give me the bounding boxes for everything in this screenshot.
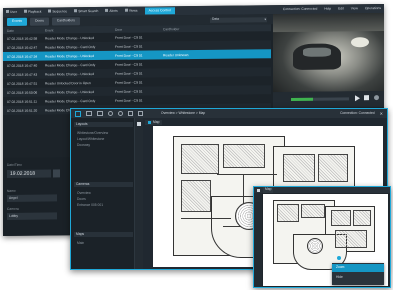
video-vehicle-window — [303, 47, 331, 57]
search-icon[interactable] — [108, 111, 113, 116]
folder-icon[interactable] — [86, 111, 92, 116]
map-sidebar: Layouts Whitestone/Overview Layout/White… — [71, 118, 135, 269]
map-connection-status: Connection: Connected — [340, 110, 375, 115]
map-toolbar: Overview > Whitestone > Map Connection: … — [71, 109, 387, 118]
map-camera-marker[interactable] — [337, 256, 341, 260]
wall — [243, 174, 244, 204]
col-event[interactable]: Event — [45, 28, 53, 32]
zoom-map-window: Map Zoom Hide — [253, 186, 391, 288]
map-tab[interactable]: Map — [145, 120, 163, 126]
hatched-room — [283, 154, 315, 182]
context-menu-zoom[interactable]: Zoom — [332, 264, 384, 272]
sidebar-item[interactable]: Doors — [77, 197, 86, 201]
hatched-room — [301, 204, 325, 218]
sidebar-section-layouts[interactable]: Layouts — [74, 122, 133, 128]
wall — [217, 174, 277, 175]
close-icon[interactable]: ✕ — [380, 111, 387, 116]
col-date[interactable]: Date — [7, 28, 14, 32]
calendar-icon[interactable] — [53, 169, 60, 178]
wall — [181, 218, 231, 219]
details-panel: Date/Time 19.02.2018 Name Angel Camera L… — [3, 157, 73, 236]
sidebar-section-maps[interactable]: Maps — [74, 232, 133, 238]
volume-icon[interactable] — [374, 95, 379, 101]
toolbar-smart-search[interactable]: Smart Search — [74, 9, 98, 14]
grid-icon[interactable] — [128, 111, 133, 116]
zoom-toolbar: Map — [254, 187, 390, 193]
gear-icon[interactable] — [118, 111, 123, 116]
hatched-room — [277, 204, 299, 222]
sidebar-section-cameras[interactable]: Cameras — [74, 182, 133, 188]
sidebar-item[interactable]: Main — [77, 241, 84, 245]
video-feed[interactable] — [273, 13, 384, 93]
camera-icon[interactable] — [97, 111, 103, 116]
hatched-room — [335, 230, 367, 248]
context-menu-hide[interactable]: Hide — [332, 274, 384, 282]
context-menu: Zoom Hide — [332, 263, 384, 285]
toolbar-sequence[interactable]: Sequence — [48, 10, 67, 14]
toolbar-alerts[interactable]: Alerts — [105, 9, 118, 13]
filter-icon[interactable] — [138, 111, 143, 116]
date-field[interactable]: 19.02.2018 — [7, 169, 51, 178]
hatched-room — [318, 154, 348, 182]
sidebar-item[interactable]: Entrance 005 001 — [77, 203, 103, 207]
sidebar-item[interactable]: Overview — [77, 191, 91, 195]
rotunda — [307, 238, 323, 254]
toolbar-playback[interactable]: Playback — [23, 10, 41, 14]
chevron-down-icon: ▾ — [264, 16, 266, 21]
filter-cardholders-tab[interactable]: Cardholders — [51, 17, 80, 26]
layout-icon[interactable] — [75, 110, 81, 117]
hatched-room — [331, 210, 351, 226]
menu-help[interactable]: Help — [324, 6, 331, 10]
play-icon[interactable] — [355, 95, 360, 102]
map-icon — [148, 121, 151, 124]
date-label: Date/Time — [7, 162, 23, 167]
filter-doors-tab[interactable]: Doors — [30, 17, 49, 26]
filter-events-tab[interactable]: Events — [7, 18, 28, 26]
sidebar-item[interactable]: Doorway — [77, 143, 90, 147]
map-breadcrumb: Overview > Whitestone > Map — [161, 110, 206, 115]
filter-dropdown[interactable]: Data ▾ — [210, 16, 267, 23]
camera-field[interactable]: Lobby — [7, 212, 57, 220]
video-ceiling — [273, 13, 384, 33]
sidebar-item[interactable]: Whitestone/Overview — [77, 131, 108, 135]
camera-label: Camera — [7, 206, 19, 211]
toolbar-user[interactable]: User — [6, 10, 17, 14]
timeline-bar[interactable] — [291, 97, 349, 101]
hatched-room — [223, 144, 265, 168]
zoom-tool-column — [254, 193, 262, 287]
name-label: Name — [7, 188, 16, 193]
col-door[interactable]: Door — [115, 27, 122, 31]
stop-icon[interactable] — [364, 95, 369, 101]
connection-status: Connection: Connected — [282, 6, 318, 11]
hatched-room — [181, 144, 219, 174]
video-light — [351, 37, 369, 48]
name-field[interactable]: Angel — [7, 194, 57, 202]
pointer-icon[interactable] — [257, 188, 260, 192]
hatched-room — [353, 210, 371, 226]
sidebar-item[interactable]: Layout/Whitestone — [77, 137, 104, 141]
map-tool-column — [135, 118, 143, 269]
toolbar-views[interactable]: Views — [124, 9, 138, 13]
hatched-room — [181, 180, 211, 212]
video-controls — [273, 91, 384, 109]
menu-view[interactable]: View — [351, 6, 358, 10]
menu-edit[interactable]: Edit — [338, 6, 344, 10]
menu-operations[interactable]: Operations — [365, 6, 384, 10]
zoom-map-tab[interactable]: Map — [263, 187, 274, 193]
toolbar-access-control[interactable]: Access Control — [144, 7, 175, 15]
pointer-icon[interactable] — [137, 122, 141, 126]
col-cardholder[interactable]: Cardholder — [163, 27, 179, 31]
